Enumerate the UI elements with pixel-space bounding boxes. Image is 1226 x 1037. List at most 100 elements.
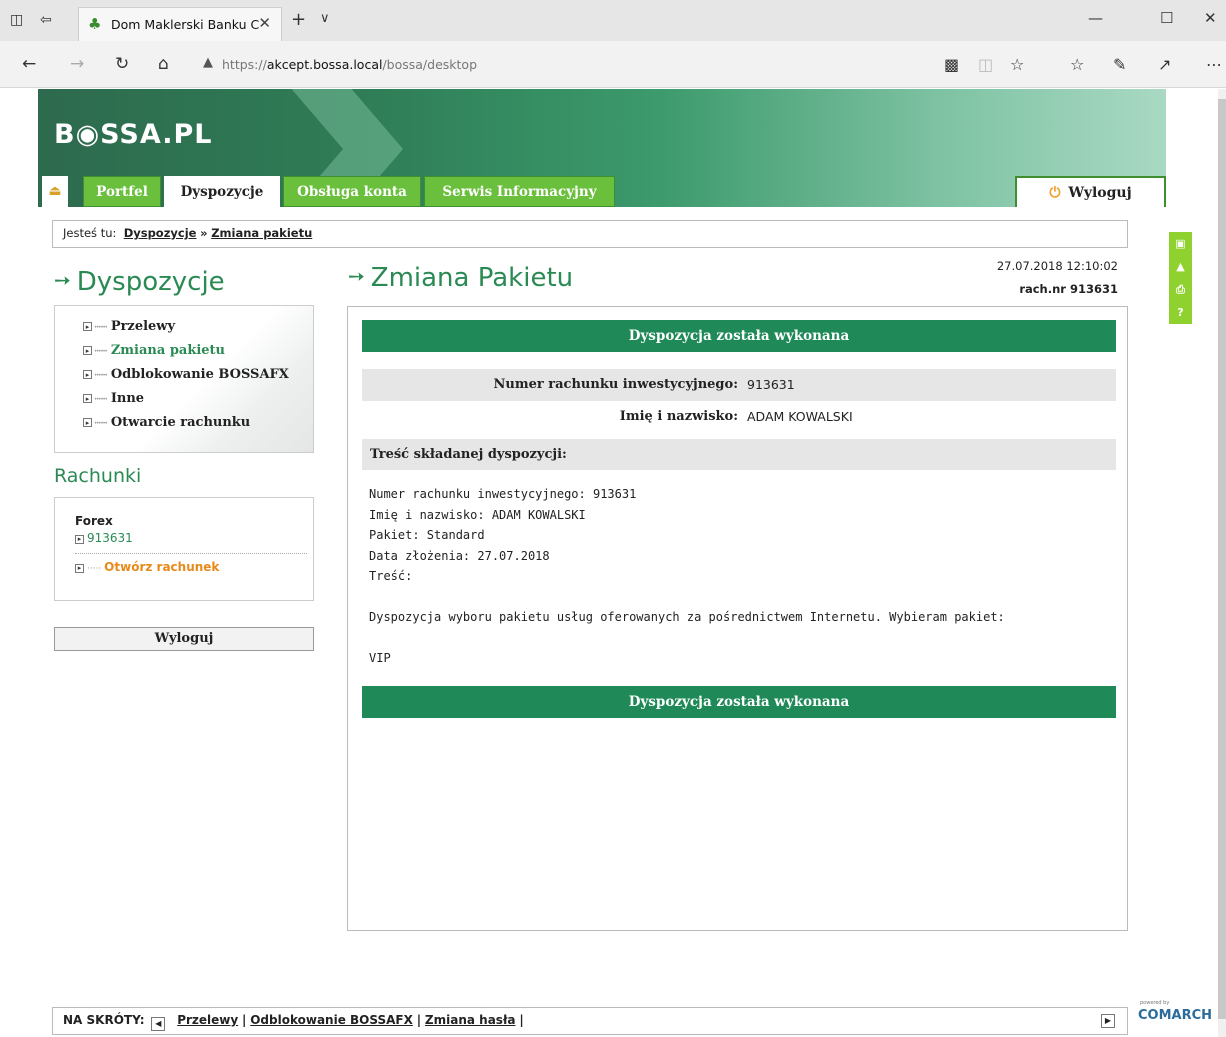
tab-actions-icon[interactable]: ◫ [10,12,23,28]
expand-icon: ▸ [83,370,92,379]
page-title: ➙ Zmiana Pakietu [348,263,573,293]
url-field[interactable]: https://akcept.bossa.local/bossa/desktop [222,57,477,72]
expand-icon: ▸ [75,564,84,573]
order-line: Dyspozycja wyboru pakietu usług oferowan… [369,610,1005,624]
open-account-link[interactable]: ▸ ····· Otwórz rachunek [75,560,313,574]
extension-icon[interactable]: ▩ [944,55,959,74]
browser-tab[interactable]: ♣ Dom Maklerski Banku C ✕ [78,7,282,41]
comarch-logo: powered by COMARCH [1138,1000,1213,1023]
field-value: 913631 [747,377,795,392]
expand-icon: ▸ [83,322,92,331]
tab-title: Dom Maklerski Banku C [111,17,260,32]
sidebar-item-otwarcie-rachunku[interactable]: ▸ ······ Otwarcie rachunku [83,412,313,436]
bossa-favicon-icon: ♣ [88,15,102,33]
accounts-box: Forex ▸ 913631 ▸ ····· Otwórz rachunek [54,497,314,601]
sidebar-menu: ▸ ······ Przelewy ▸ ······ Zmiana pakietu ▸ ·… [54,305,314,453]
account-ref: rach.nr 913631 [1019,282,1118,296]
minimize-icon[interactable]: — [1088,9,1103,27]
tab-serwis-informacyjny[interactable]: Serwis Informacyjny [424,176,615,207]
tab-dyspozycje[interactable]: Dyspozycje [164,176,280,207]
order-line: VIP [369,651,391,665]
close-window-icon[interactable]: ✕ [1204,9,1217,27]
sidebar-item-label: Przelewy [110,319,176,334]
expand-icon: ▸ [75,535,84,544]
separator: | [519,1013,524,1027]
shortcut-zmiana-hasla[interactable]: Zmiana hasła [425,1013,516,1027]
share-icon[interactable]: ↗ [1158,55,1171,74]
field-label: Imię i nazwisko: [619,409,738,424]
field-value: ADAM KOWALSKI [747,409,853,424]
sidebar-item-label: Zmiana pakietu [110,343,226,358]
separator: | [416,1013,422,1027]
home-icon[interactable]: ⌂ [158,54,169,74]
notes-pen-icon[interactable]: ✎ [1113,55,1126,74]
tab-portfel[interactable]: Portfel [83,176,161,207]
order-line: Treść: [369,569,413,583]
comarch-brand: COMARCH [1138,1008,1213,1023]
expand-icon: ▸ [83,346,92,355]
breadcrumb-prefix: Jesteś tu: [63,226,117,240]
new-tab-icon[interactable]: + [291,9,306,30]
sidebar-item-label: Inne [110,391,145,406]
scroll-right-icon[interactable]: ▶ [1101,1014,1115,1028]
account-number: 913631 [87,531,133,545]
scroll-thumb[interactable] [1218,99,1226,1019]
back-icon[interactable]: ← [22,54,36,74]
sidebar-item-zmiana-pakietu[interactable]: ▸ ······ Zmiana pakietu [83,340,313,364]
field-label: Numer rachunku inwestycyjnego: [493,377,738,392]
close-tab-icon[interactable]: ✕ [258,14,271,32]
sidebar-item-przelewy[interactable]: ▸ ······ Przelewy [83,316,313,340]
sidebar-item-label: Otwarcie rachunku [110,415,251,430]
logout-top-label: Wyloguj [1068,185,1132,201]
order-line: Imię i nazwisko: ADAM KOWALSKI [369,507,586,522]
comarch-tagline: powered by [1140,1000,1170,1006]
open-account-label: Otwórz rachunek [104,560,220,574]
account-link[interactable]: ▸ 913631 [75,531,313,545]
tabs-aside-icon[interactable]: ⇦ [40,12,52,28]
shortcut-przelewy[interactable]: Przelewy [177,1013,238,1027]
help-icon[interactable]: ? [1169,301,1192,324]
page-margin [0,89,38,1037]
forward-icon[interactable]: → [70,54,84,74]
tools-strip: ▣ ▲ ⎙ ? [1169,232,1192,324]
shortcut-odblokowanie[interactable]: Odblokowanie BOSSAFX [250,1013,413,1027]
sidebar-item-odblokowanie[interactable]: ▸ ······ Odblokowanie BOSSAFX [83,364,313,388]
more-icon[interactable]: ⋯ [1206,55,1222,74]
page: B◉SSA.PL ⏏ Portfel Dyspozycje Obsługa ko… [38,89,1166,1037]
order-line-blank [369,587,1005,608]
breadcrumb: Jesteś tu: Dyspozycje » Zmiana pakietu [52,220,1128,248]
window-icon[interactable]: ▣ [1169,232,1192,255]
print-icon[interactable]: ⎙ [1169,278,1192,301]
order-content: Numer rachunku inwestycyjnego: 913631 Imi… [369,484,1005,669]
tab-obsluga-konta[interactable]: Obsługa konta [283,176,421,207]
header-banner: B◉SSA.PL ⏏ Portfel Dyspozycje Obsługa ko… [38,89,1166,207]
collapse-eject-icon[interactable]: ⏏ [42,176,68,207]
shortcuts-label: NA SKRÓTY: [63,1013,145,1027]
field-row-account: Numer rachunku inwestycyjnego: 913631 [362,369,1116,401]
breadcrumb-zmiana-pakietu[interactable]: Zmiana pakietu [211,226,312,240]
reading-view-icon[interactable]: ◫ [978,55,993,74]
sidebar-item-inne[interactable]: ▸ ······ Inne [83,388,313,412]
refresh-icon[interactable]: ↻ [115,54,129,74]
favorite-star-icon[interactable]: ☆ [1010,55,1024,74]
scroll-left-icon[interactable]: ◀ [151,1017,166,1031]
chart-icon[interactable]: ▲ [1169,255,1192,278]
breadcrumb-dyspozycje[interactable]: Dyspozycje [124,226,197,240]
bossa-logo[interactable]: B◉SSA.PL [54,119,212,150]
sidebar-title-text: Dyspozycje [76,267,225,297]
order-line: Pakiet: Standard [369,528,485,542]
chevron-down-icon[interactable]: ∨ [320,11,330,26]
circle-arrow-icon: ➙ [348,264,365,288]
maximize-icon[interactable]: ☐ [1160,9,1173,27]
sidebar-logout-button[interactable]: Wyloguj [54,627,314,651]
lock-icon: ▲ [203,55,213,70]
breadcrumb-separator: » [200,226,208,240]
status-banner-top: Dyspozycja została wykonana [362,320,1116,352]
logout-top-button[interactable]: ⏻ Wyloguj [1015,176,1166,207]
expand-icon: ▸ [83,418,92,427]
divider [75,553,307,554]
timestamp: 27.07.2018 12:10:02 [996,259,1118,273]
address-bar: ← → ↻ ⌂ ▲ https://akcept.bossa.local/bos… [0,41,1226,88]
favorites-hub-icon[interactable]: ☆ [1070,55,1084,74]
power-icon: ⏻ [1049,185,1061,201]
